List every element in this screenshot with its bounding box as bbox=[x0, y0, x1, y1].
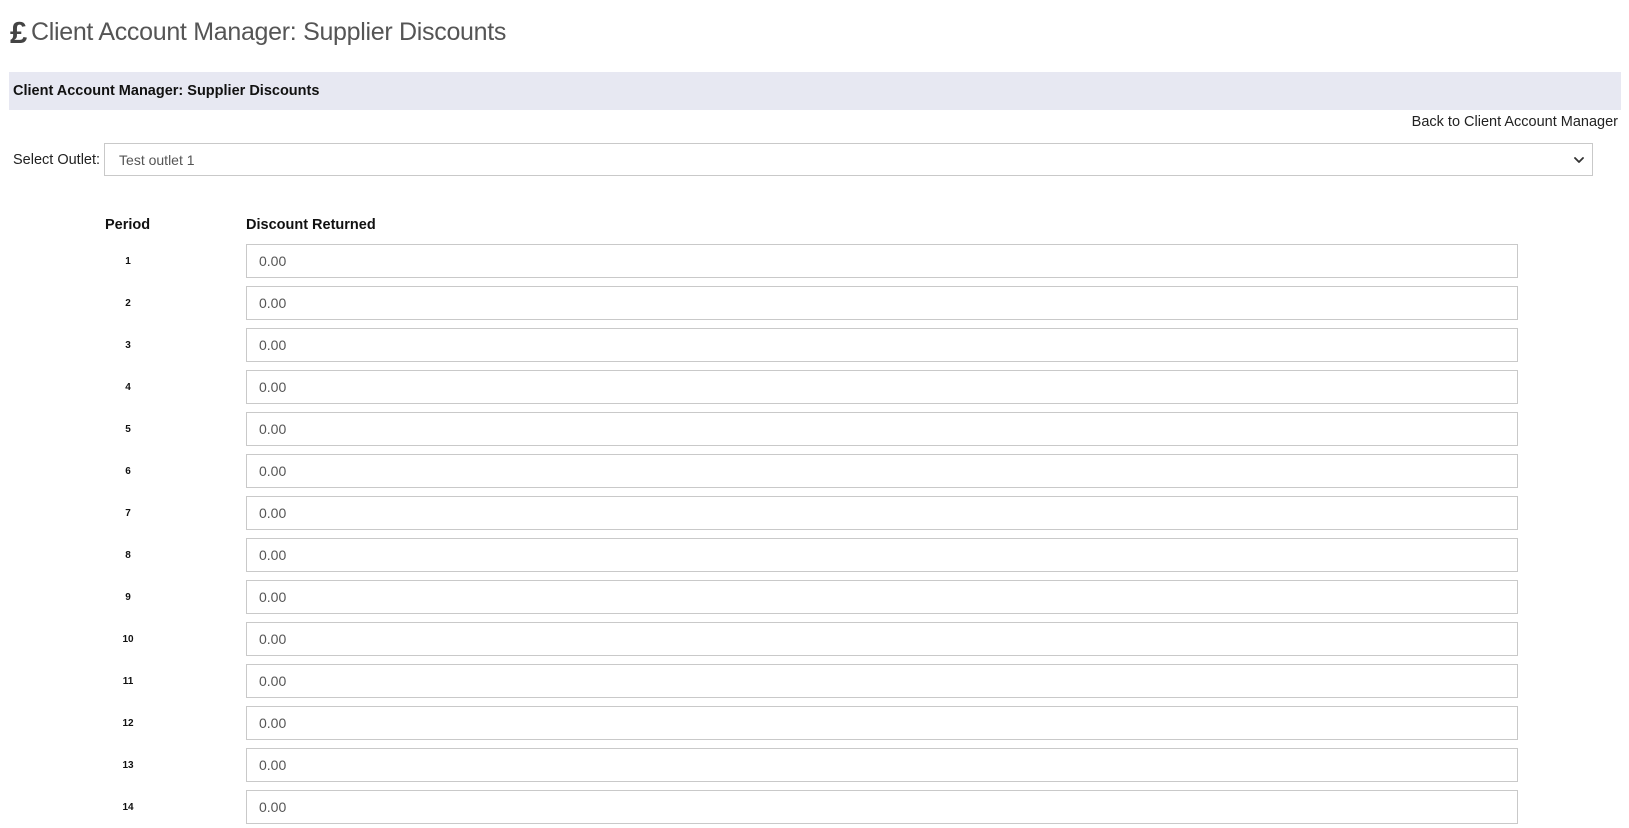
discount-returned-input[interactable] bbox=[246, 412, 1518, 446]
period-number: 8 bbox=[125, 550, 131, 561]
discount-returned-input[interactable] bbox=[246, 748, 1518, 782]
table-row: 12 bbox=[0, 706, 1629, 748]
period-number: 11 bbox=[122, 676, 134, 687]
page-title-text: Client Account Manager: Supplier Discoun… bbox=[30, 17, 507, 46]
discount-returned-input[interactable] bbox=[246, 706, 1518, 740]
discount-returned-input[interactable] bbox=[246, 454, 1518, 488]
discount-returned-input[interactable] bbox=[246, 496, 1518, 530]
table-row: 9 bbox=[0, 580, 1629, 622]
outlet-selected-value: Test outlet 1 bbox=[119, 151, 195, 168]
page-title: £ Client Account Manager: Supplier Disco… bbox=[10, 14, 506, 50]
discount-returned-input[interactable] bbox=[246, 286, 1518, 320]
table-row: 6 bbox=[0, 454, 1629, 496]
table-row: 5 bbox=[0, 412, 1629, 454]
period-number: 9 bbox=[125, 592, 131, 603]
discount-returned-input[interactable] bbox=[246, 580, 1518, 614]
chevron-down-icon bbox=[1574, 157, 1584, 163]
period-number: 5 bbox=[125, 424, 131, 435]
discount-returned-input[interactable] bbox=[246, 790, 1518, 824]
table-row: 7 bbox=[0, 496, 1629, 538]
discount-returned-input[interactable] bbox=[246, 622, 1518, 656]
discount-returned-input[interactable] bbox=[246, 538, 1518, 572]
period-number: 2 bbox=[125, 298, 131, 309]
period-number: 14 bbox=[122, 802, 134, 813]
period-number: 7 bbox=[125, 508, 131, 519]
table-row: 11 bbox=[0, 664, 1629, 706]
panel-heading-text: Client Account Manager: Supplier Discoun… bbox=[13, 83, 320, 99]
table-row: 14 bbox=[0, 790, 1629, 828]
period-number: 1 bbox=[125, 256, 131, 267]
period-number: 4 bbox=[125, 382, 131, 393]
panel-heading: Client Account Manager: Supplier Discoun… bbox=[9, 72, 1621, 110]
discount-returned-input[interactable] bbox=[246, 244, 1518, 278]
period-column-header: Period bbox=[105, 217, 151, 233]
period-number: 12 bbox=[122, 718, 134, 729]
discount-returned-input[interactable] bbox=[246, 664, 1518, 698]
table-row: 1 bbox=[0, 244, 1629, 286]
outlet-select[interactable]: Test outlet 1 bbox=[104, 143, 1594, 176]
period-number: 6 bbox=[125, 466, 131, 477]
table-row: 3 bbox=[0, 328, 1629, 370]
discount-returned-input[interactable] bbox=[246, 370, 1518, 404]
table-row: 8 bbox=[0, 538, 1629, 580]
discount-returned-input[interactable] bbox=[246, 328, 1518, 362]
outlet-selector-row: Select Outlet: Test outlet 1 bbox=[13, 143, 1594, 176]
discount-returned-column-header: Discount Returned bbox=[246, 217, 376, 233]
period-number: 10 bbox=[122, 634, 134, 645]
pound-sterling-icon: £ bbox=[10, 14, 27, 50]
table-row: 10 bbox=[0, 622, 1629, 664]
back-to-client-account-manager-link[interactable]: Back to Client Account Manager bbox=[1412, 114, 1618, 130]
period-number: 13 bbox=[122, 760, 134, 771]
table-row: 13 bbox=[0, 748, 1629, 790]
page: £ Client Account Manager: Supplier Disco… bbox=[0, 0, 1629, 828]
discount-table-body: 1234567891011121314 bbox=[0, 244, 1629, 828]
period-number: 3 bbox=[125, 340, 131, 351]
table-row: 4 bbox=[0, 370, 1629, 412]
table-row: 2 bbox=[0, 286, 1629, 328]
select-outlet-label: Select Outlet: bbox=[13, 151, 101, 168]
